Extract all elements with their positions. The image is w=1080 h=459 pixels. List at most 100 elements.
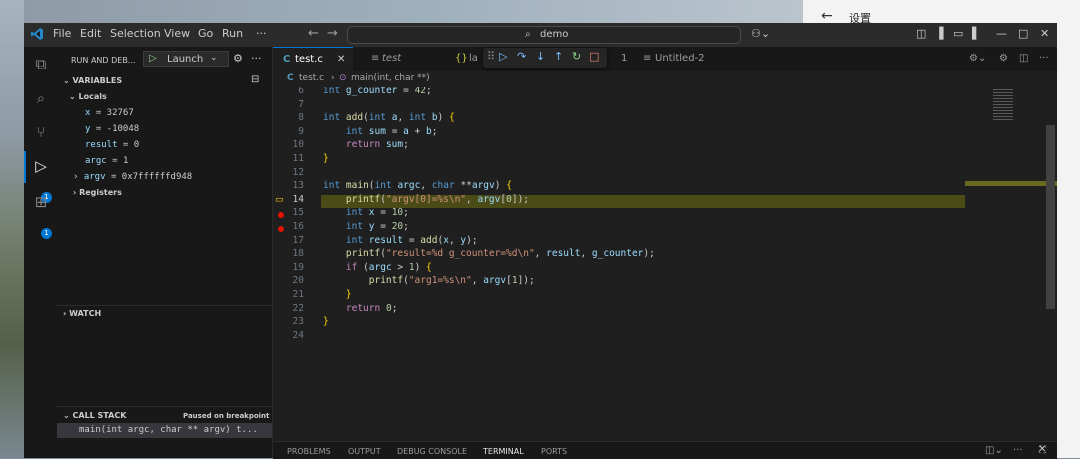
command-center[interactable]: ⌕ demo (347, 26, 741, 44)
code-line[interactable]: return 0; (323, 303, 398, 314)
source-control-icon[interactable]: ⑂ (32, 123, 50, 141)
variable-name: result (85, 140, 118, 150)
tab-test[interactable]: ≡ test (353, 47, 441, 71)
tab-untitled-2[interactable]: ≡ Untitled-2 (631, 47, 731, 71)
forward-icon[interactable]: → (327, 26, 338, 41)
code-editor[interactable]: 6 int g_counter = 42; 7 8 int add(int a, int… (273, 87, 965, 441)
menu-edit[interactable]: Edit (80, 27, 101, 40)
copilot-icon[interactable]: ⚇⌄ (751, 27, 770, 40)
toggle-sidebar-icon[interactable]: ▐ (935, 27, 943, 40)
menu-run[interactable]: Run (222, 27, 243, 40)
toggle-secondary-sidebar-icon[interactable]: ▌ (972, 27, 980, 40)
menu-file[interactable]: File (53, 27, 71, 40)
sidebar-title: RUN AND DEB... (71, 56, 136, 65)
variable-name: argv (83, 172, 106, 182)
extensions-badge: 1 (41, 228, 52, 239)
callstack-section-header[interactable]: ⌄ CALL STACK (63, 411, 126, 420)
line-number: 20 (292, 275, 304, 287)
variables-section-header[interactable]: ⌄ VARIABLES (63, 76, 122, 85)
menu-selection[interactable]: Selection (110, 27, 161, 40)
watch-section-header[interactable]: › WATCH (63, 309, 101, 318)
menu-more[interactable]: ··· (256, 27, 267, 40)
line-number: 10 (292, 139, 304, 151)
close-icon[interactable]: ✕ (1040, 27, 1049, 40)
tab-test-c[interactable]: C test.c ✕ (273, 47, 353, 71)
collapse-all-icon[interactable]: ⊟ (251, 74, 259, 85)
code-line[interactable]: return sum; (323, 139, 409, 150)
vscode-window: File Edit Selection View Go Run ··· ← → … (24, 23, 1057, 459)
code-line[interactable]: printf("arg1=%s\n", argv[1]); (323, 275, 535, 286)
panel-tab-debug-console[interactable]: DEBUG CONSOLE (397, 447, 467, 456)
minimap[interactable] (965, 87, 1057, 441)
menu-go[interactable]: Go (198, 27, 213, 40)
continue-icon[interactable]: ▷ (499, 50, 507, 63)
back-icon[interactable]: ← (308, 26, 319, 41)
code-line[interactable]: } (323, 153, 329, 164)
code-line[interactable]: } (323, 316, 329, 327)
toggle-panel-icon[interactable]: ▭ (953, 27, 963, 40)
variable-row[interactable]: result = 0 (85, 140, 139, 150)
active-indicator (24, 151, 26, 183)
explorer-icon[interactable]: ⧉ (32, 55, 50, 73)
chevron-down-icon: ⌄ (210, 53, 218, 63)
panel-tab-terminal[interactable]: TERMINAL (483, 447, 524, 456)
code-line[interactable]: } (323, 289, 352, 300)
locals-scope[interactable]: ⌄ Locals (69, 92, 107, 101)
start-debug-icon[interactable]: ▷ (149, 53, 157, 64)
code-line[interactable]: int g_counter = 42; (323, 87, 432, 96)
back-arrow-icon[interactable]: ← (821, 8, 833, 24)
code-line[interactable]: int sum = a + b; (323, 126, 438, 137)
extensions-icon[interactable]: ⊞ (32, 193, 50, 211)
variable-row[interactable]: › argv = 0x7ffffffd948 (73, 172, 192, 182)
divider (57, 406, 272, 407)
panel-tab-output[interactable]: OUTPUT (348, 447, 381, 456)
breadcrumb-file[interactable]: test.c (299, 73, 324, 83)
settings-gear-icon[interactable]: ⚙ (997, 47, 1015, 71)
panel-tab-ports[interactable]: PORTS (541, 447, 567, 456)
panel-tab-problems[interactable]: PROBLEMS (287, 447, 331, 456)
split-terminal-icon[interactable]: ◫⌄ (985, 445, 1003, 456)
step-into-icon[interactable]: ↓ (536, 50, 545, 63)
more-actions-icon[interactable]: ··· (1013, 445, 1023, 456)
code-line[interactable]: int y = 20; (323, 221, 409, 232)
menu-view[interactable]: View (164, 27, 190, 40)
code-line[interactable]: int add(int a, int b) { (323, 112, 455, 123)
code-line[interactable]: int result = add(x, y); (323, 235, 478, 246)
step-over-icon[interactable]: ↷ (517, 50, 526, 63)
tab-label: la (469, 53, 478, 64)
run-debug-icon[interactable]: ▷ (32, 157, 50, 175)
code-line[interactable]: int main(int argc, char **argv) { (323, 180, 512, 191)
variable-row[interactable]: x = 32767 (85, 108, 134, 118)
gear-icon[interactable]: ⚙ (233, 52, 243, 65)
close-panel-icon[interactable]: ✕ (1038, 444, 1046, 455)
code-line[interactable]: printf("argv[0]=%s\n", argv[0]); (323, 194, 529, 205)
restart-icon[interactable]: ↻ (572, 50, 581, 63)
maximize-icon[interactable]: □ (1018, 27, 1028, 40)
line-number: 15 (292, 207, 304, 219)
close-icon[interactable]: ✕ (337, 54, 345, 65)
scrollbar[interactable] (1046, 125, 1055, 309)
launch-config-select[interactable]: ▷ Launch ⌄ (143, 51, 229, 67)
more-actions-icon[interactable]: ··· (251, 52, 262, 65)
breadcrumb-symbol[interactable]: main(int, char **) (351, 73, 430, 83)
code-line[interactable]: if (argc > 1) { (323, 262, 432, 273)
stop-icon[interactable]: □ (589, 50, 599, 63)
registers-scope[interactable]: › Registers (73, 188, 122, 197)
debug-config-icon[interactable]: ⚙⌄ (967, 47, 987, 71)
line-number: 18 (292, 248, 304, 260)
paused-status: Paused on breakpoint (183, 412, 270, 420)
more-actions-icon[interactable]: ··· (1037, 47, 1055, 71)
split-editor-icon[interactable]: ◫ (1017, 47, 1035, 71)
code-line[interactable]: int x = 10; (323, 207, 409, 218)
variable-row[interactable]: y = -10048 (85, 124, 139, 134)
step-out-icon[interactable]: ↑ (554, 50, 563, 63)
minimize-icon[interactable]: — (996, 27, 1007, 40)
layout-icon[interactable]: ◫ (916, 27, 926, 40)
variable-value: = 32767 (90, 108, 134, 118)
variable-row[interactable]: argc = 1 (85, 156, 128, 166)
drag-handle-icon[interactable]: ⠿ (487, 50, 495, 63)
breadcrumb: C test.c › ⊙ main(int, char **) (273, 71, 1057, 87)
code-line[interactable]: printf("result=%d g_counter=%d\n", resul… (323, 248, 655, 259)
tab-label: test.c (295, 54, 323, 65)
search-icon[interactable]: ⌕ (32, 89, 50, 107)
